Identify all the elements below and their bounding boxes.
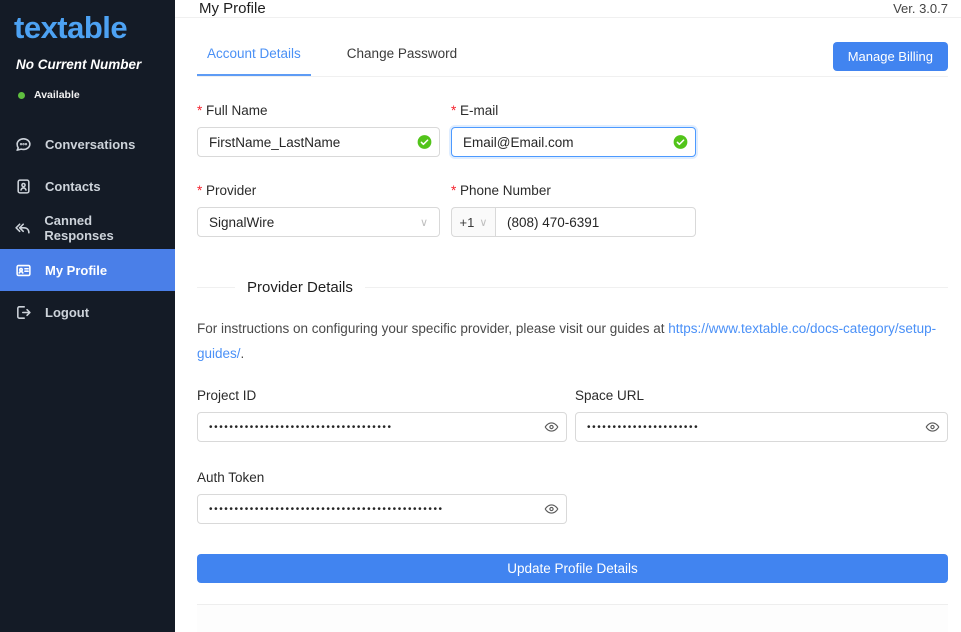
eye-icon[interactable] <box>544 502 559 517</box>
email-input[interactable] <box>451 127 696 157</box>
provider-selected-value: SignalWire <box>209 215 274 230</box>
provider-details-divider: Provider Details <box>197 279 948 296</box>
page-title: My Profile <box>199 0 266 17</box>
space-url-label: Space URL <box>575 388 948 403</box>
project-id-input[interactable]: •••••••••••••••••••••••••••••••••••• <box>197 412 567 442</box>
provider-select[interactable]: SignalWire ∨ <box>197 207 440 237</box>
email-field: E-mail <box>451 103 696 157</box>
divider-line <box>365 287 948 288</box>
availability-status: Available <box>0 72 175 101</box>
form-row-name-email: Full Name E-mail <box>197 103 948 157</box>
form-row-provider-phone: Provider SignalWire ∨ Phone Number +1 ∨ <box>197 183 948 237</box>
contact-book-icon <box>14 177 32 195</box>
sidebar-item-canned-responses[interactable]: Canned Responses <box>0 207 175 249</box>
space-url-field: Space URL •••••••••••••••••••••• <box>575 388 948 442</box>
project-id-label: Project ID <box>197 388 567 403</box>
sidebar-item-label: Canned Responses <box>44 213 161 243</box>
sidebar: textable No Current Number Available Con… <box>0 0 175 632</box>
full-name-input[interactable] <box>197 127 440 157</box>
chevron-down-icon: ∨ <box>479 216 487 229</box>
status-label: Available <box>34 89 80 101</box>
provider-details-heading: Provider Details <box>235 279 365 296</box>
form-row-auth-token: Auth Token •••••••••••••••••••••••••••••… <box>197 470 948 524</box>
tab-change-password[interactable]: Change Password <box>337 32 467 76</box>
phone-input[interactable] <box>495 207 696 237</box>
provider-label: Provider <box>197 183 440 198</box>
main-area: My Profile Ver. 3.0.7 Account Details Ch… <box>175 0 961 632</box>
valid-check-icon <box>673 135 688 150</box>
sidebar-item-label: Logout <box>45 305 89 320</box>
sidebar-item-my-profile[interactable]: My Profile <box>0 249 175 291</box>
divider-line <box>197 287 235 288</box>
version-label: Ver. 3.0.7 <box>893 1 948 16</box>
app-logo: textable <box>0 0 175 49</box>
instructions-suffix: . <box>241 346 245 361</box>
auth-token-input[interactable]: ••••••••••••••••••••••••••••••••••••••••… <box>197 494 567 524</box>
auth-token-field: Auth Token •••••••••••••••••••••••••••••… <box>197 470 567 524</box>
reply-all-icon <box>14 219 31 237</box>
country-code-select[interactable]: +1 ∨ <box>451 207 495 237</box>
status-dot-icon <box>18 92 25 99</box>
instructions-text: For instructions on configuring your spe… <box>197 321 668 336</box>
provider-field: Provider SignalWire ∨ <box>197 183 440 237</box>
phone-field: Phone Number +1 ∨ <box>451 183 696 237</box>
current-number-label: No Current Number <box>0 49 175 72</box>
id-card-icon <box>14 261 32 279</box>
manage-billing-button[interactable]: Manage Billing <box>833 42 948 71</box>
eye-icon[interactable] <box>544 420 559 435</box>
tab-account-details[interactable]: Account Details <box>197 32 311 76</box>
update-profile-button[interactable]: Update Profile Details <box>197 554 948 583</box>
space-url-input[interactable]: •••••••••••••••••••••• <box>575 412 948 442</box>
chat-icon <box>14 135 32 153</box>
sidebar-item-label: Contacts <box>45 179 101 194</box>
sidebar-item-label: My Profile <box>45 263 107 278</box>
sidebar-item-label: Conversations <box>45 137 135 152</box>
profile-content: Account Details Change Password Manage B… <box>175 18 961 632</box>
auth-token-label: Auth Token <box>197 470 567 485</box>
full-name-field: Full Name <box>197 103 440 157</box>
sidebar-nav: Conversations Contacts Canned Response <box>0 123 175 333</box>
form-row-credentials: Project ID •••••••••••••••••••••••••••••… <box>197 388 948 442</box>
valid-check-icon <box>417 135 432 150</box>
provider-instructions: For instructions on configuring your spe… <box>197 316 948 366</box>
sidebar-item-conversations[interactable]: Conversations <box>0 123 175 165</box>
full-name-label: Full Name <box>197 103 440 118</box>
phone-label: Phone Number <box>451 183 696 198</box>
sidebar-item-contacts[interactable]: Contacts <box>0 165 175 207</box>
sidebar-item-logout[interactable]: Logout <box>0 291 175 333</box>
project-id-field: Project ID •••••••••••••••••••••••••••••… <box>197 388 567 442</box>
email-label: E-mail <box>451 103 696 118</box>
top-bar: My Profile Ver. 3.0.7 <box>175 0 961 18</box>
logout-icon <box>14 303 32 321</box>
eye-icon[interactable] <box>925 420 940 435</box>
chevron-down-icon: ∨ <box>420 216 428 229</box>
tab-bar: Account Details Change Password Manage B… <box>197 32 948 77</box>
country-code-value: +1 <box>460 215 475 230</box>
footer-divider <box>197 604 948 632</box>
